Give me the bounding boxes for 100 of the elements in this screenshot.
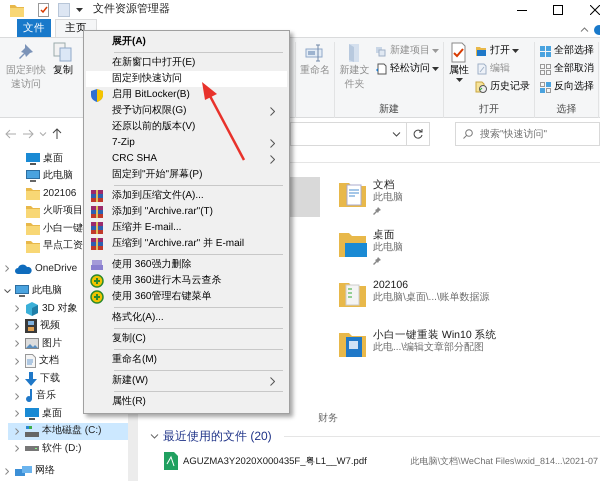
ribbon-button[interactable]: 轻松访问	[374, 60, 440, 78]
expand-icon[interactable]	[15, 322, 19, 330]
chevron-right-icon	[270, 106, 275, 116]
expand-icon[interactable]	[15, 428, 19, 435]
collapse-icon[interactable]	[150, 434, 159, 439]
menu-item[interactable]: 授予访问权限(G)	[86, 103, 287, 119]
ribbon-button[interactable]: 反向选择	[538, 78, 595, 96]
group-label: 选择	[556, 104, 578, 117]
expand-icon[interactable]	[15, 410, 19, 418]
menu-item[interactable]: 格式化(A)...	[86, 310, 287, 326]
desktop-icon	[26, 152, 40, 165]
menu-item[interactable]: 压缩到 "Archive.rar" 并 E-mail	[86, 236, 287, 252]
expand-icon[interactable]	[15, 375, 19, 382]
folder-icon	[26, 222, 40, 236]
item-location: 此电脑\桌面\...\账单数据源	[373, 292, 490, 304]
refresh-icon[interactable]	[413, 129, 423, 139]
menu-item[interactable]: 使用 360管理右键菜单	[86, 289, 287, 305]
menu-item[interactable]: 添加到压缩文件(A)...	[86, 188, 287, 204]
ribbon-button[interactable]: 历史记录	[474, 78, 531, 96]
archive-icon	[90, 237, 104, 251]
menu-item[interactable]: 在新窗口中打开(E)	[86, 55, 287, 71]
menu-item[interactable]: 使用 360进行木马云查杀	[86, 273, 287, 289]
computer-icon	[15, 285, 29, 298]
caret-icon	[456, 78, 462, 82]
pdf-file-icon[interactable]	[164, 452, 178, 470]
file-path: 此电脑\文档\WeChat Files\wxid_814...\2021-07	[410, 456, 599, 467]
cloud-icon	[15, 264, 32, 274]
archive-icon	[90, 205, 104, 219]
up-icon[interactable]	[52, 128, 62, 140]
ribbon-button[interactable]: 属性	[447, 42, 471, 104]
forward-icon[interactable]	[22, 129, 34, 139]
menu-item[interactable]: 固定到快速访问	[86, 71, 287, 87]
menu-item[interactable]: 复制(C)	[86, 331, 287, 347]
folder-icon	[26, 240, 40, 253]
expand-icon[interactable]	[15, 358, 19, 365]
folder-icon	[26, 204, 40, 218]
folder-icon[interactable]	[10, 4, 24, 16]
collapse-icon[interactable]	[4, 289, 10, 294]
back-icon[interactable]	[5, 129, 17, 139]
menu-item[interactable]: 使用 360强力删除	[86, 257, 287, 273]
folder-icon	[26, 187, 40, 200]
item-location: 此电...\编辑文章部分配图	[373, 342, 486, 354]
caret-icon	[512, 49, 519, 53]
ribbon-button[interactable]: 全部取消	[538, 60, 595, 78]
expand-icon[interactable]	[15, 445, 19, 452]
maximize-icon	[553, 5, 563, 15]
item-location: 此电脑	[373, 192, 403, 204]
expand-icon[interactable]	[15, 305, 19, 312]
cube-icon	[25, 302, 39, 316]
dropdown-icon[interactable]	[76, 8, 83, 12]
menu-item[interactable]: 重命名(M)	[86, 352, 287, 368]
search-icon	[463, 129, 473, 139]
ribbon-button[interactable]: 全部选择	[538, 42, 595, 60]
dropdown-icon[interactable]	[392, 132, 401, 136]
select-all-icon	[539, 44, 552, 58]
expand-icon[interactable]	[5, 265, 9, 272]
tree-item[interactable]: 本地磁盘 (C:)	[8, 422, 128, 440]
history-icon	[475, 80, 488, 94]
archive-icon	[90, 221, 104, 235]
menu-item[interactable]: CRC SHA	[86, 151, 287, 167]
close-icon	[590, 5, 600, 15]
shield-icon	[90, 88, 104, 102]
shredder-icon	[90, 258, 104, 272]
menu-item[interactable]: 7-Zip	[86, 135, 287, 151]
item-name: 202106	[373, 279, 410, 292]
expand-icon[interactable]	[15, 340, 19, 348]
music-note-icon	[25, 389, 33, 404]
chevron-right-icon	[270, 376, 275, 386]
ribbon-button[interactable]: 复制	[51, 42, 75, 116]
ribbon-tab[interactable]: 文件	[17, 19, 51, 37]
new-item-icon	[375, 44, 388, 58]
address-field[interactable]	[290, 122, 430, 146]
drive-icon	[25, 426, 39, 437]
help-icon[interactable]	[594, 24, 600, 34]
desktop-icon	[25, 408, 39, 420]
menu-item[interactable]: 还原以前的版本(V)	[86, 119, 287, 135]
section-title[interactable]: 最近使用的文件 (20)	[163, 429, 272, 444]
properties-icon[interactable]	[38, 3, 50, 17]
pin-icon	[373, 206, 381, 215]
drive-icon	[25, 446, 39, 452]
menu-item[interactable]: 固定到"开始"屏幕(P)	[86, 167, 287, 183]
select-none-icon	[539, 62, 552, 76]
ribbon-button[interactable]: 打开	[474, 42, 531, 60]
tree-item[interactable]: 网络	[0, 462, 128, 480]
expand-icon[interactable]	[5, 468, 9, 475]
folder-icon	[475, 44, 488, 58]
item-name: 小白一键重装 Win10 系统	[373, 329, 497, 342]
menu-item[interactable]: 展开(A)	[86, 34, 287, 50]
menu-item[interactable]: 压缩并 E-mail...	[86, 220, 287, 236]
pin-icon	[373, 256, 381, 265]
document-icon	[375, 62, 388, 76]
computer-icon	[26, 170, 40, 182]
search-field[interactable]: 搜索"快速访问"	[455, 122, 600, 146]
menu-item[interactable]: 添加到 "Archive.rar"(T)	[86, 204, 287, 220]
expand-icon[interactable]	[15, 392, 19, 400]
item-name: 文档	[373, 179, 396, 192]
item-name: 桌面	[373, 229, 396, 242]
menu-item[interactable]: 新建(W)	[86, 373, 287, 389]
collapse-ribbon-icon[interactable]	[580, 27, 589, 32]
tree-item[interactable]: 软件 (D:)	[0, 440, 128, 458]
